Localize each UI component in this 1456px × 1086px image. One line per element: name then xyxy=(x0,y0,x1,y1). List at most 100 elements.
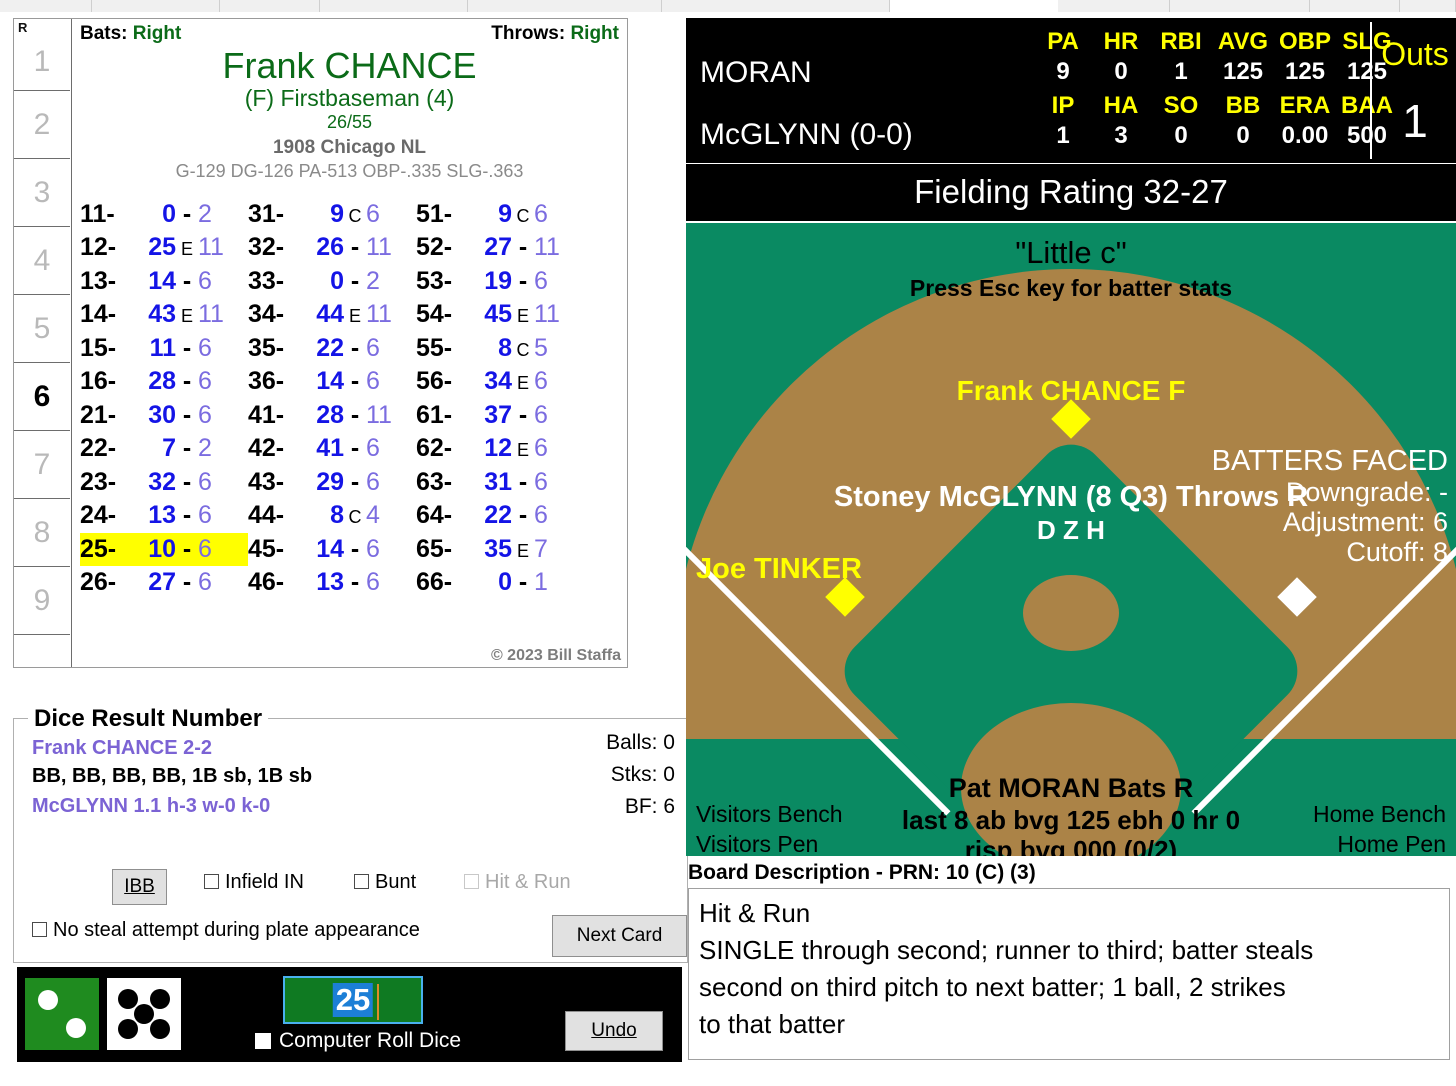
menu-item-5[interactable] xyxy=(468,0,662,12)
menu-item-10[interactable] xyxy=(1400,0,1456,12)
inning-cell-7[interactable]: 7 xyxy=(14,431,70,499)
pitcher-header-ip: IP xyxy=(1051,92,1075,119)
dice-result-fielder: 6 xyxy=(534,467,548,496)
dice-result-key: 45- xyxy=(248,534,285,563)
dice-result-fielder: 11 xyxy=(366,233,392,262)
visitors-bench-link[interactable]: Visitors Bench xyxy=(696,801,843,828)
dice-result-cell: 44- 8 C 4 xyxy=(248,499,416,533)
menu-item-8[interactable] xyxy=(1170,0,1310,12)
dice-result-fielder: 6 xyxy=(366,534,380,563)
dice-result-fielder: 6 xyxy=(198,501,212,530)
roll-value-field[interactable]: 25 xyxy=(283,976,423,1024)
dice-result-cell: 14- 43 E 11 xyxy=(80,298,248,332)
batter-header-rbi: RBI xyxy=(1160,28,1202,55)
dice-result-modifier: - xyxy=(350,534,360,563)
outs-value: 1 xyxy=(1402,95,1428,147)
text-caret xyxy=(377,984,379,1020)
menu-item-2[interactable] xyxy=(92,0,220,12)
inning-cell-9[interactable]: 9 xyxy=(14,567,70,635)
dice-result-modifier: E xyxy=(180,239,193,260)
fielder-label-second[interactable]: Frank CHANCE F xyxy=(686,375,1456,407)
baseball-field[interactable]: "Little c" Press Esc key for batter stat… xyxy=(686,223,1456,856)
menu-item-1[interactable] xyxy=(0,0,92,12)
dice-result-fielder: 11 xyxy=(198,300,224,329)
inning-cell-6[interactable]: 6 xyxy=(14,363,70,431)
dice-result-cell: 51- 9 C 6 xyxy=(416,198,584,232)
visitors-pen-link[interactable]: Visitors Pen xyxy=(696,831,818,856)
inning-cell-3[interactable]: 3 xyxy=(14,159,70,227)
dice-result-cell: 55- 8 C 5 xyxy=(416,332,584,366)
dice-result-fielder: 6 xyxy=(534,434,548,463)
computer-roll-dice-checkbox[interactable]: Computer Roll Dice xyxy=(255,1029,461,1053)
dice-result-value: 22 xyxy=(316,333,344,362)
dice-result-fielder: 6 xyxy=(366,367,380,396)
dice-result-value: 0 xyxy=(162,199,176,228)
menu-item-9[interactable] xyxy=(1310,0,1400,12)
inning-cell-8[interactable]: 8 xyxy=(14,499,70,567)
dice-result-fielder: 11 xyxy=(198,233,224,262)
checkbox-box-icon xyxy=(32,922,47,937)
batter-value-rbi: 1 xyxy=(1174,58,1188,85)
menu-item-7[interactable] xyxy=(1058,0,1170,12)
green-die[interactable] xyxy=(25,978,99,1050)
infield-in-checkbox[interactable]: Infield IN xyxy=(204,871,304,894)
dice-result-value: 27 xyxy=(148,568,176,597)
batter-name-field[interactable]: Pat MORAN Bats R xyxy=(686,773,1456,804)
dice-result-cell: 21- 30-6 xyxy=(80,399,248,433)
dice-result-cell: 22- 7-2 xyxy=(80,432,248,466)
dice-result-panel: Dice Result Number Frank CHANCE 2-2 BB, … xyxy=(13,705,688,963)
menu-item-4[interactable] xyxy=(320,0,468,12)
dice-result-key: 41- xyxy=(248,400,285,429)
dice-result-value: 14 xyxy=(316,367,344,396)
dice-result-modifier: - xyxy=(182,367,192,396)
dice-result-modifier: - xyxy=(182,400,192,429)
undo-button[interactable]: Undo xyxy=(565,1011,663,1051)
dice-result-cell: 11- 0-2 xyxy=(80,198,248,232)
hit-and-run-label: Hit & Run xyxy=(485,871,571,893)
ibb-button[interactable]: IBB xyxy=(112,869,167,905)
dice-result-modifier: - xyxy=(350,333,360,362)
bunt-checkbox[interactable]: Bunt xyxy=(354,871,416,894)
home-pen-link[interactable]: Home Pen xyxy=(1337,831,1446,856)
inning-cell-1[interactable]: 1 xyxy=(14,19,70,91)
game-panel: MORAN McGLYNN (0-0) PA HR RBI AVG OBP SL… xyxy=(686,18,1456,856)
inning-cell-2[interactable]: 2 xyxy=(14,91,70,159)
dice-result-fielder: 2 xyxy=(198,199,212,228)
dice-result-cell: 33- 0-2 xyxy=(248,265,416,299)
dice-result-key: 13- xyxy=(80,266,117,295)
dice-result-cell: 36- 14-6 xyxy=(248,365,416,399)
dice-result-fielder: 6 xyxy=(198,534,212,563)
menu-bar[interactable] xyxy=(0,0,1456,12)
checkbox-box-icon xyxy=(354,874,369,889)
dice-result-cell: 34- 44 E 11 xyxy=(248,298,416,332)
throws-label: Throws: xyxy=(491,23,566,44)
bunt-label: Bunt xyxy=(375,871,417,893)
inning-cell-5[interactable]: 5 xyxy=(14,295,70,363)
dice-result-key: 65- xyxy=(416,534,453,563)
fielder-label-third[interactable]: Joe TINKER xyxy=(696,553,862,586)
no-steal-checkbox[interactable]: No steal attempt during plate appearance xyxy=(32,919,420,942)
batter-header-avg: AVG xyxy=(1217,28,1269,55)
dice-result-modifier: - xyxy=(518,400,528,429)
board-line: SINGLE through second; runner to third; … xyxy=(699,935,1314,965)
menu-item-6[interactable] xyxy=(662,0,890,12)
white-die[interactable] xyxy=(107,978,181,1050)
dice-result-modifier: - xyxy=(182,434,192,463)
dice-result-modifier: E xyxy=(180,306,193,327)
throws-group: Throws: Right xyxy=(491,23,619,45)
dice-result-value: 9 xyxy=(330,199,344,228)
dice-result-modifier: - xyxy=(182,534,192,563)
dice-result-key: 53- xyxy=(416,266,453,295)
menu-item-3[interactable] xyxy=(220,0,320,12)
board-description-box: Hit & Run SINGLE through second; runner … xyxy=(688,888,1450,1060)
computer-roll-dice-label: Computer Roll Dice xyxy=(279,1029,462,1052)
dice-result-modifier: - xyxy=(350,467,360,496)
home-bench-link[interactable]: Home Bench xyxy=(1313,801,1446,828)
inning-cell-4[interactable]: 4 xyxy=(14,227,70,295)
dice-result-modifier: - xyxy=(350,233,360,262)
dice-result-value: 0 xyxy=(330,266,344,295)
dice-result-key: 36- xyxy=(248,367,285,396)
dice-result-modifier: E xyxy=(516,373,529,394)
dice-result-key: 16- xyxy=(80,367,117,396)
next-card-button[interactable]: Next Card xyxy=(552,915,687,957)
